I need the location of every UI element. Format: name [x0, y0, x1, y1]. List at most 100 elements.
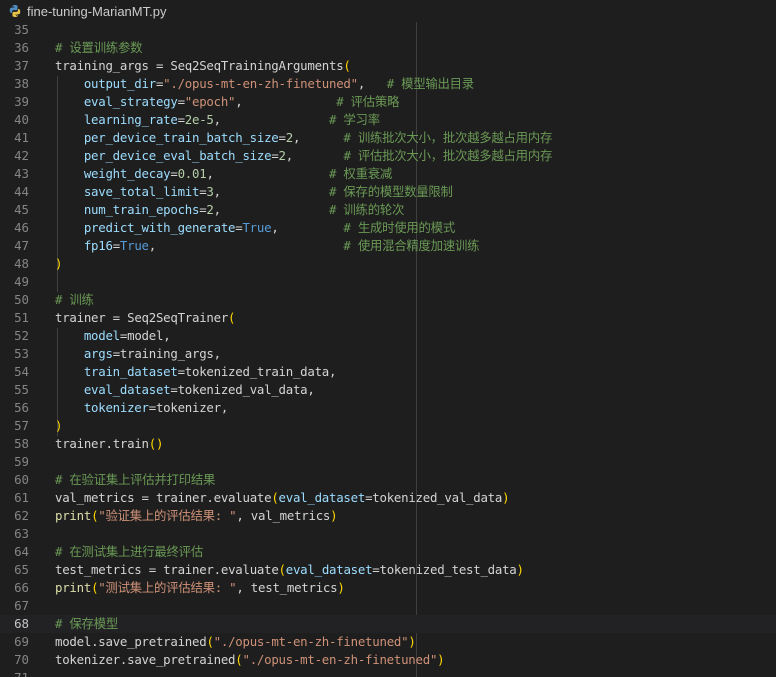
code-line[interactable]: 38 output_dir="./opus-mt-en-zh-finetuned… [0, 75, 776, 93]
code-token: "epoch" [184, 94, 236, 109]
code-line[interactable]: 42 per_device_eval_batch_size=2, # 评估批次大… [0, 147, 776, 165]
code-token: args [83, 346, 113, 361]
code-token: = [134, 490, 156, 505]
code-token: eval_dataset [278, 490, 366, 505]
code-line[interactable]: 41 per_device_train_batch_size=2, # 训练批次… [0, 129, 776, 147]
code-comment: # 在验证集上评估并打印结果 [55, 472, 216, 487]
line-number: 60 [14, 472, 29, 487]
code-token: , [213, 202, 329, 217]
file-tab[interactable]: fine-tuning-MarianMT.py [0, 0, 166, 22]
code-line[interactable]: 49 [0, 273, 776, 291]
line-number: 45 [14, 202, 29, 217]
code-line[interactable]: 58 trainer.train() [0, 435, 776, 453]
code-token: = [112, 346, 120, 361]
code-line[interactable]: 59 [0, 453, 776, 471]
code-line[interactable]: 68 # 保存模型 [0, 615, 776, 633]
code-token: ( [206, 634, 214, 649]
code-text: trainer = Seq2SeqTrainer( [55, 309, 236, 327]
code-token: weight_decay [83, 166, 171, 181]
code-line[interactable]: 70 tokenizer.save_pretrained("./opus-mt-e… [0, 651, 776, 669]
code-token: Seq2SeqTrainer [127, 310, 229, 325]
code-line[interactable]: 55 eval_dataset=tokenized_val_data, [0, 381, 776, 399]
code-token: 0.01 [177, 166, 207, 181]
code-token: train_dataset [83, 364, 178, 379]
code-line[interactable]: 60 # 在验证集上评估并打印结果 [0, 471, 776, 489]
code-token: , test_metrics [236, 580, 338, 595]
code-line[interactable]: 37 training_args = Seq2SeqTrainingArgumen… [0, 57, 776, 75]
code-token: , [206, 166, 330, 181]
line-number: 69 [14, 634, 29, 649]
code-line[interactable]: 51 trainer = Seq2SeqTrainer( [0, 309, 776, 327]
code-token: = [177, 94, 185, 109]
code-token: save_pretrained [98, 634, 207, 649]
line-number: 59 [14, 454, 29, 469]
code-line[interactable]: 43 weight_decay=0.01, # 权重衰减 [0, 165, 776, 183]
code-line[interactable]: 40 learning_rate=2e-5, # 学习率 [0, 111, 776, 129]
code-line[interactable]: 71 [0, 669, 776, 677]
code-text: predict_with_generate=True, # 生成时使用的模式 [55, 219, 455, 237]
code-comment: # 保存的模型数量限制 [329, 184, 453, 199]
code-line[interactable]: 57) [0, 417, 776, 435]
code-line[interactable]: 54 train_dataset=tokenized_train_data, [0, 363, 776, 381]
line-number: 52 [14, 328, 29, 343]
code-line[interactable]: 56 tokenizer=tokenizer, [0, 399, 776, 417]
line-number: 65 [14, 562, 29, 577]
code-comment: # 评估策略 [336, 94, 400, 109]
code-line[interactable]: 52 model=model, [0, 327, 776, 345]
line-number: 41 [14, 130, 29, 145]
line-number: 50 [14, 292, 29, 307]
line-number: 64 [14, 544, 29, 559]
code-line[interactable]: 65 test_metrics = trainer.evaluate(eval_d… [0, 561, 776, 579]
code-text: # 设置训练参数 [55, 39, 143, 57]
line-number: 67 [14, 598, 29, 613]
code-token: True [119, 238, 149, 253]
code-line[interactable]: 44 save_total_limit=3, # 保存的模型数量限制 [0, 183, 776, 201]
code-token: ) [437, 652, 445, 667]
code-line[interactable]: 66 print("测试集上的评估结果: ", test_metrics) [0, 579, 776, 597]
code-line[interactable]: 53 args=training_args, [0, 345, 776, 363]
code-line[interactable]: 39 eval_strategy="epoch", # 评估策略 [0, 93, 776, 111]
code-line[interactable]: 45 num_train_epochs=2, # 训练的轮次 [0, 201, 776, 219]
code-line[interactable]: 69 model.save_pretrained("./opus-mt-en-zh… [0, 633, 776, 651]
tab-bar: fine-tuning-MarianMT.py [0, 0, 776, 22]
line-number: 48 [14, 256, 29, 271]
code-token: . [105, 436, 113, 451]
code-text: learning_rate=2e-5, # 学习率 [55, 111, 380, 129]
code-text: args=training_args, [55, 345, 221, 363]
code-token: train [112, 436, 149, 451]
line-number: 51 [14, 310, 29, 325]
code-comment: # 训练 [55, 292, 94, 307]
code-token: tokenized_val_data [177, 382, 308, 397]
code-comment: # 设置训练参数 [55, 40, 143, 55]
code-editor[interactable]: 35 36 # 设置训练参数 37 training_args = Seq2SeqTra… [0, 22, 776, 677]
code-line[interactable]: 62 print("验证集上的评估结果: ", val_metrics) [0, 507, 776, 525]
code-text: num_train_epochs=2, # 训练的轮次 [55, 201, 405, 219]
code-token: training_args [119, 346, 214, 361]
code-token: = [372, 562, 380, 577]
code-comment: # 训练批次大小，批次越多越占用内存 [343, 130, 553, 145]
code-line[interactable]: 64 # 在测试集上进行最终评估 [0, 543, 776, 561]
code-text: tokenizer=tokenizer, [55, 399, 228, 417]
code-token: ( [228, 310, 236, 325]
code-token: per_device_eval_batch_size [83, 148, 272, 163]
code-token: ) [502, 490, 510, 505]
code-line[interactable]: 50 # 训练 [0, 291, 776, 309]
code-token: "测试集上的评估结果: " [98, 580, 237, 595]
code-token: 2e-5 [184, 112, 214, 127]
code-line[interactable]: 63 [0, 525, 776, 543]
code-line[interactable]: 61 val_metrics = trainer.evaluate(eval_da… [0, 489, 776, 507]
code-line[interactable]: 48) [0, 255, 776, 273]
code-line[interactable]: 36 # 设置训练参数 [0, 39, 776, 57]
code-line[interactable]: 67 [0, 597, 776, 615]
code-text: per_device_eval_batch_size=2, # 评估批次大小，批… [55, 147, 553, 165]
code-token: learning_rate [83, 112, 178, 127]
code-line[interactable]: 47 fp16=True, # 使用混合精度加速训练 [0, 237, 776, 255]
code-token: Seq2SeqTrainingArguments [170, 58, 344, 73]
code-token: evaluate [220, 562, 279, 577]
code-line[interactable]: 46 predict_with_generate=True, # 生成时使用的模… [0, 219, 776, 237]
code-line[interactable]: 35 [0, 22, 776, 39]
